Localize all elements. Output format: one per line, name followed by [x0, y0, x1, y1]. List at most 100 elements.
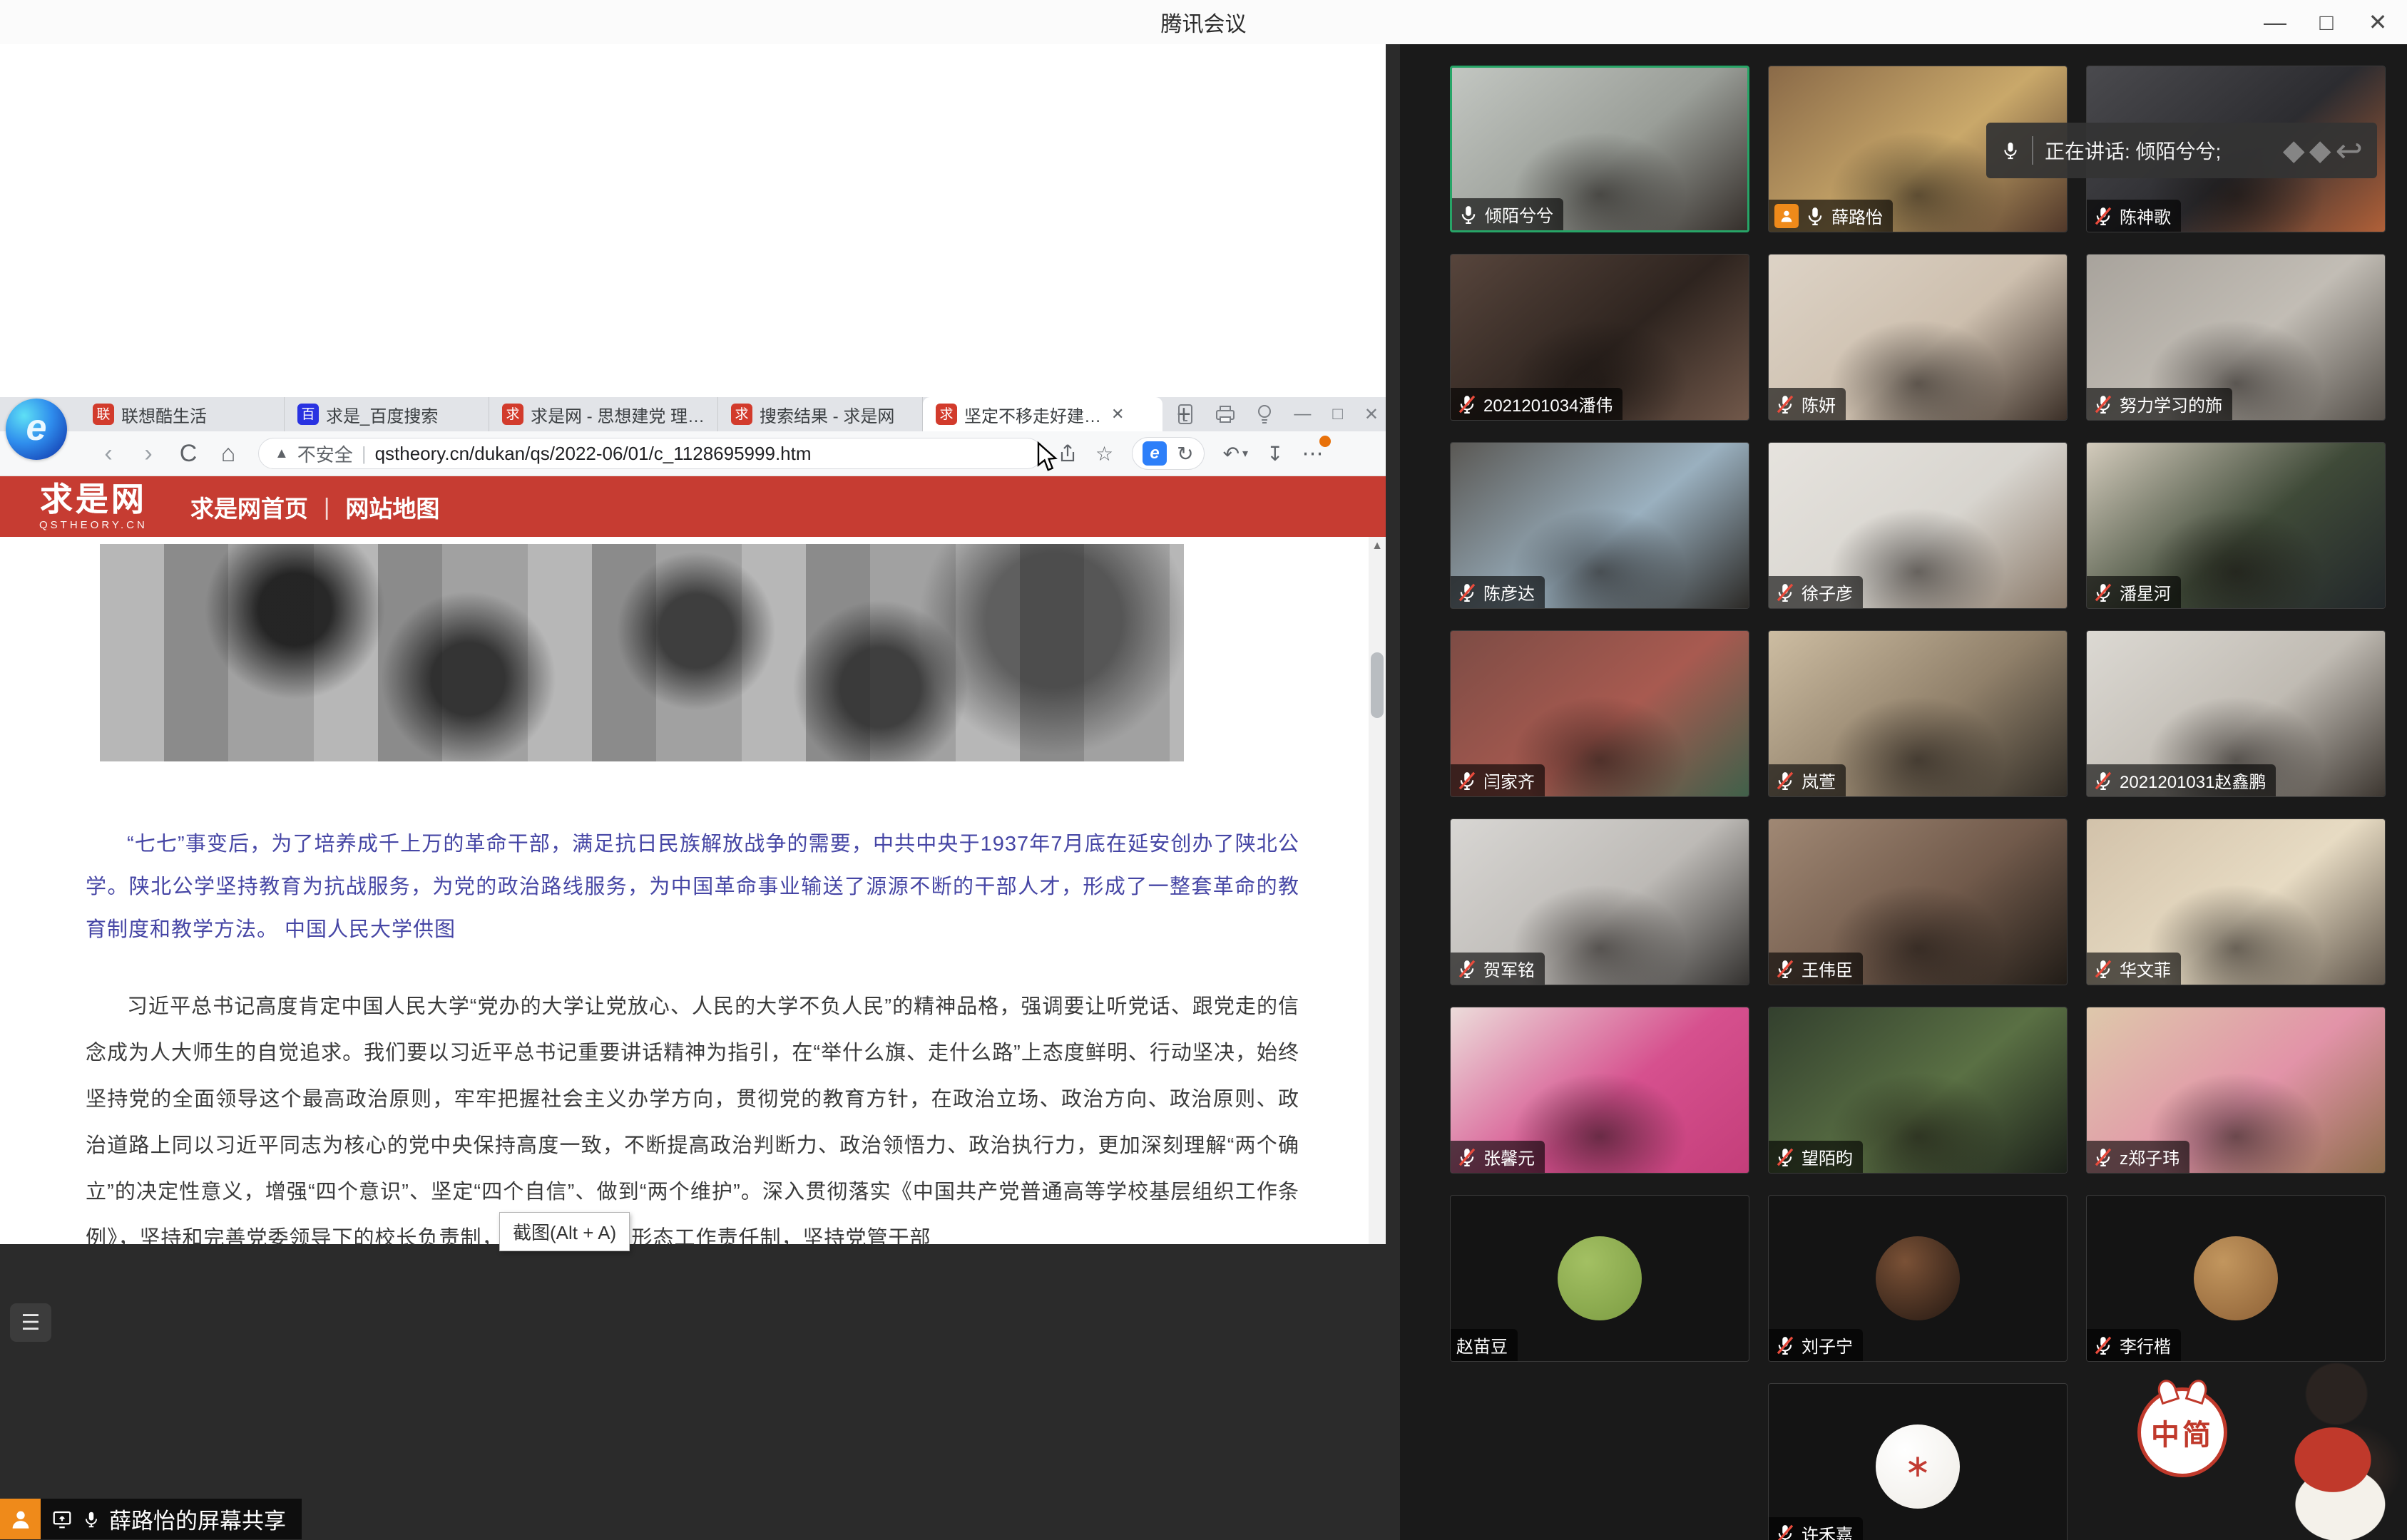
participant-tile[interactable]: z郑子玮: [2086, 1007, 2386, 1174]
speaking-label: 正在讲话: 倾陌兮兮;: [2045, 136, 2221, 165]
mic-icon: [1458, 204, 1479, 225]
participant-name: 2021201031赵鑫鹏: [2120, 768, 2266, 793]
mic-icon: [1456, 582, 1478, 603]
participant-tile[interactable]: 贺军铭: [1450, 818, 1749, 985]
mic-icon: [2092, 958, 2114, 980]
participant-tile[interactable]: 刘子宁: [1768, 1195, 2068, 1362]
participant-name: 薛路怡: [1831, 203, 1883, 228]
participant-tile[interactable]: ∗ 许禾嘉: [1768, 1383, 2068, 1540]
refresh-icon[interactable]: C: [168, 440, 208, 468]
home-link[interactable]: 求是网首页: [190, 490, 308, 524]
device-icon[interactable]: [1177, 404, 1194, 424]
print-icon[interactable]: [1215, 405, 1235, 423]
tab-title: 求是_百度搜索: [326, 402, 438, 427]
mic-icon: [2092, 582, 2114, 603]
participant-tile[interactable]: 华文菲: [2086, 818, 2386, 985]
browser-tab[interactable]: 求 求是网 - 思想建党 理…: [489, 397, 718, 431]
participant-namebar: 2021201031赵鑫鹏: [2087, 764, 2276, 796]
app-titlebar: 腾讯会议 — □ ✕: [0, 0, 2407, 45]
participant-tile[interactable]: 努力学习的斾: [2086, 254, 2386, 421]
tab-favicon: 联: [93, 404, 114, 425]
participant-tile[interactable]: 潘星河: [2086, 442, 2386, 609]
app-title: 腾讯会议: [1161, 6, 1247, 38]
browser-tab[interactable]: 求 搜索结果 - 求是网: [718, 397, 923, 431]
meeting-floatbar-button[interactable]: ☰: [10, 1303, 51, 1342]
browser-tab[interactable]: 求 坚定不移走好建… ✕: [923, 397, 1162, 431]
maximize-button[interactable]: □: [2310, 9, 2343, 36]
participant-namebar: 陈彦达: [1451, 576, 1545, 608]
participant-tile[interactable]: 张馨元: [1450, 1007, 1749, 1174]
browser-tab[interactable]: 百 求是_百度搜索: [285, 397, 489, 431]
browser-minimize-button[interactable]: —: [1294, 404, 1311, 424]
banner-divider-line: [2032, 136, 2033, 165]
browser-close-button[interactable]: ✕: [1364, 404, 1379, 425]
scrollbar-up-icon[interactable]: ▲: [1369, 540, 1386, 553]
participant-tile[interactable]: 闫家齐: [1450, 630, 1749, 797]
mic-icon: [1774, 1335, 1796, 1356]
mic-icon: [82, 1509, 101, 1530]
participant-tile[interactable]: 王伟臣: [1768, 818, 2068, 985]
participant-tile[interactable]: 2021201034潘伟: [1450, 254, 1749, 421]
forward-icon[interactable]: ›: [128, 440, 168, 468]
participant-name: 刘子宁: [1802, 1333, 1853, 1357]
mic-icon: [2092, 1335, 2114, 1356]
participant-tile[interactable]: 徐子彦: [1768, 442, 2068, 609]
ie-mode-pill: e ↻: [1132, 437, 1204, 470]
browser-tab[interactable]: 联 联想酷生活: [80, 397, 285, 431]
scrollbar-thumb[interactable]: [1371, 652, 1384, 718]
sitemap-link[interactable]: 网站地图: [345, 490, 439, 524]
browser-restore-button[interactable]: □: [1332, 404, 1343, 424]
participant-tile[interactable]: 岚萱: [1768, 630, 2068, 797]
tab-favicon: 求: [502, 404, 523, 425]
participant-tile[interactable]: 陈妍: [1768, 254, 2068, 421]
undo-icon[interactable]: ↶▾: [1223, 442, 1249, 466]
participant-name: 倾陌兮兮: [1485, 202, 1553, 227]
participant-namebar: 倾陌兮兮: [1452, 198, 1563, 230]
home-icon[interactable]: ⌂: [208, 440, 248, 468]
screen-share-pill: 薛路怡的屏幕共享: [0, 1499, 302, 1539]
mic-icon: [1456, 1146, 1478, 1168]
page-scrollbar[interactable]: ▲: [1369, 537, 1386, 1244]
avatar: [2194, 1236, 2278, 1320]
tab-title: 搜索结果 - 求是网: [760, 402, 894, 427]
participant-namebar: 闫家齐: [1451, 764, 1545, 796]
zhongjian-seal: 中简: [2137, 1387, 2227, 1477]
participant-tile[interactable]: 2021201031赵鑫鹏: [2086, 630, 2386, 797]
participant-name: 华文菲: [2120, 956, 2171, 981]
qstheory-banner: 求是网 QSTHEORY.CN 求是网首页 | 网站地图: [0, 476, 1386, 537]
avatar: [1876, 1236, 1960, 1320]
participant-name: 赵苗豆: [1456, 1333, 1508, 1357]
participant-tile[interactable]: 倾陌兮兮: [1450, 66, 1749, 232]
ie-mode-icon[interactable]: e: [1143, 441, 1167, 466]
participant-namebar: 努力学习的斾: [2087, 388, 2232, 420]
address-bar[interactable]: ▲ 不安全 | qstheory.cn/dukan/qs/2022-06/01/…: [258, 438, 1043, 469]
close-button[interactable]: ✕: [2361, 9, 2394, 36]
sharer-badge-icon: [0, 1499, 41, 1539]
participant-name: 闫家齐: [1483, 768, 1535, 793]
screen-share-badge: [1774, 204, 1799, 228]
security-warning-icon: ▲: [275, 446, 289, 462]
mic-icon: [1456, 394, 1478, 415]
favorite-star-icon[interactable]: ☆: [1095, 442, 1113, 466]
shared-screen-area: e 联 联想酷生活 百 求是_百度搜索 求 求是网 - 思想建党 理… 求 搜索…: [0, 44, 1400, 1540]
participant-tile[interactable]: 李行楷: [2086, 1195, 2386, 1362]
participant-tile[interactable]: 望陌昀: [1768, 1007, 2068, 1174]
participant-name: 努力学习的斾: [2120, 391, 2222, 416]
qstheory-logo[interactable]: 求是网 QSTHEORY.CN: [39, 483, 148, 530]
reload-circle-icon[interactable]: ↻: [1177, 442, 1193, 466]
screen-share-icon: [51, 1509, 73, 1530]
participant-tile[interactable]: 陈彦达: [1450, 442, 1749, 609]
minimize-button[interactable]: —: [2259, 9, 2291, 36]
edge-logo-icon[interactable]: e: [6, 399, 67, 460]
tab-close-icon[interactable]: ✕: [1111, 405, 1124, 423]
bulb-icon[interactable]: [1257, 404, 1272, 424]
browser-menu-icon[interactable]: ⋯: [1302, 441, 1324, 466]
back-icon[interactable]: ‹: [88, 440, 128, 468]
downloads-icon[interactable]: ↧: [1267, 442, 1283, 466]
participant-name: 李行楷: [2120, 1333, 2171, 1357]
browser-window-buttons: — □ ✕: [1177, 397, 1379, 431]
mic-icon: [1774, 582, 1796, 603]
participant-tile[interactable]: 赵苗豆: [1450, 1195, 1749, 1362]
browser-toolbar: ‹ › C ⌂ ▲ 不安全 | qstheory.cn/dukan/qs/202…: [0, 431, 1386, 476]
article-content: “七七”事变后，为了培养成千上万的革命干部，满足抗日民族解放战争的需要，中共中央…: [0, 537, 1386, 1244]
